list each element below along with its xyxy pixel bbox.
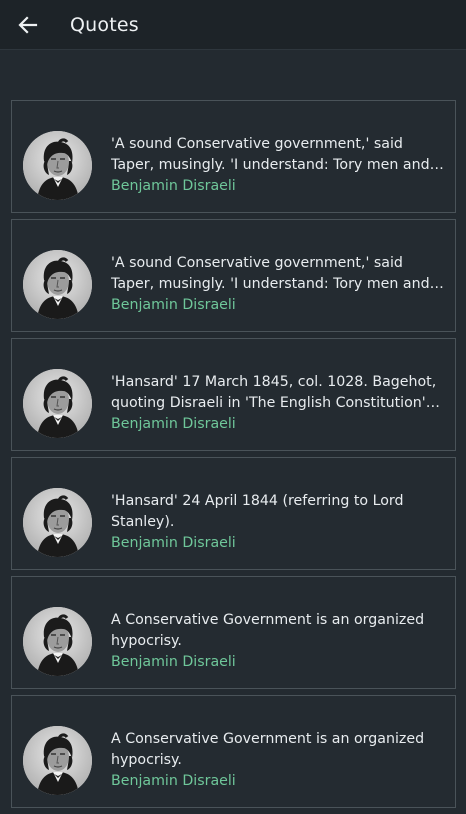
quote-text-block: A Conservative Government is an organize… — [111, 610, 447, 673]
quote-card[interactable]: 'Hansard' 17 March 1845, col. 1028. Bage… — [11, 338, 456, 451]
quote-text: 'A sound Conservative government,' said … — [111, 255, 430, 292]
author-avatar — [23, 488, 92, 557]
back-button[interactable] — [0, 0, 56, 50]
quote-card[interactable]: 'A sound Conservative government,' said … — [11, 219, 456, 332]
quote-text-block: 'Hansard' 17 March 1845, col. 1028. Bage… — [111, 372, 447, 435]
quote-author: Benjamin Disraeli — [111, 416, 236, 432]
quote-author: Benjamin Disraeli — [111, 297, 236, 313]
author-avatar — [23, 131, 92, 200]
quote-author: Benjamin Disraeli — [111, 535, 236, 551]
quote-text: 'A sound Conservative government,' said … — [111, 136, 430, 173]
quote-text-block: 'A sound Conservative government,' said … — [111, 253, 447, 316]
author-avatar — [23, 250, 92, 319]
app-bar: Quotes — [0, 0, 466, 50]
arrow-left-icon — [18, 15, 38, 34]
quote-card[interactable]: 'A sound Conservative government,' said … — [11, 100, 456, 213]
quote-text: A Conservative Government is an organize… — [111, 731, 425, 768]
quote-text: 'Hansard' 24 April 1844 (referring to Lo… — [111, 493, 404, 530]
author-avatar — [23, 369, 92, 438]
author-avatar — [23, 607, 92, 676]
page-title: Quotes — [70, 13, 139, 36]
quote-author: Benjamin Disraeli — [111, 178, 236, 194]
quote-card[interactable]: A Conservative Government is an organize… — [11, 576, 456, 689]
quote-list: 'A sound Conservative government,' said … — [11, 100, 456, 814]
author-avatar — [23, 726, 92, 795]
quote-text-block: A Conservative Government is an organize… — [111, 729, 447, 792]
quote-author: Benjamin Disraeli — [111, 654, 236, 670]
quote-card[interactable]: A Conservative Government is an organize… — [11, 695, 456, 808]
quote-author: Benjamin Disraeli — [111, 773, 236, 789]
quote-text-block: 'A sound Conservative government,' said … — [111, 134, 447, 197]
quote-text: 'Hansard' 17 March 1845, col. 1028. Bage… — [111, 374, 437, 411]
quote-text-block: 'Hansard' 24 April 1844 (referring to Lo… — [111, 491, 447, 554]
quote-card[interactable]: 'Hansard' 24 April 1844 (referring to Lo… — [11, 457, 456, 570]
quote-text: A Conservative Government is an organize… — [111, 612, 425, 649]
